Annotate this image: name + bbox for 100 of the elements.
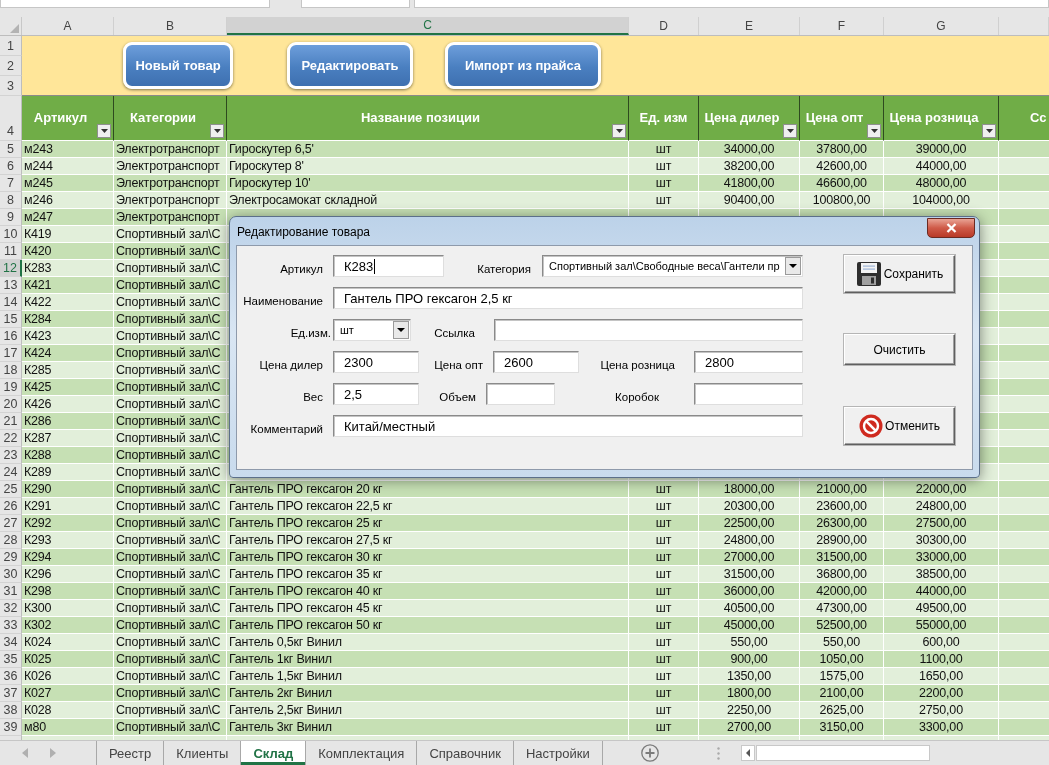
formula-buttons-field[interactable] xyxy=(301,0,410,8)
row-number[interactable]: 5 xyxy=(0,141,22,158)
row-number[interactable]: 10 xyxy=(0,226,22,243)
column-header[interactable]: E xyxy=(699,17,800,35)
row-number[interactable]: 34 xyxy=(0,634,22,651)
table-cell-text: 20300,00 xyxy=(722,498,776,514)
clear-button[interactable]: Очистить xyxy=(844,334,955,365)
sheet-tab[interactable]: Настройки xyxy=(513,741,603,765)
text-field[interactable] xyxy=(494,319,803,341)
row-number[interactable]: 29 xyxy=(0,549,22,566)
row-number[interactable]: 9 xyxy=(0,209,22,226)
row-number[interactable]: 7 xyxy=(0,175,22,192)
row-number[interactable]: 2 xyxy=(0,56,22,76)
plus-circle-icon[interactable] xyxy=(640,744,659,762)
row-number[interactable]: 35 xyxy=(0,651,22,668)
table-cell-text: шт xyxy=(654,192,673,208)
table-cell-text: 2200,00 xyxy=(918,685,964,701)
text-field[interactable]: 2300 xyxy=(333,351,419,373)
row-number[interactable]: 32 xyxy=(0,600,22,617)
filter-button[interactable] xyxy=(982,124,996,138)
row-number[interactable]: 38 xyxy=(0,702,22,719)
row-number[interactable]: 17 xyxy=(0,345,22,362)
table-cell-text: Гироскутер 6,5' xyxy=(228,141,315,157)
dropdown-field[interactable]: Спортивный зал\Свободные веса\Гантели пр xyxy=(542,255,803,277)
sheet-tab[interactable]: Справочник xyxy=(417,741,514,765)
row-number[interactable]: 15 xyxy=(0,311,22,328)
row-number[interactable]: 13 xyxy=(0,277,22,294)
scrollbar-thumb[interactable] xyxy=(756,745,930,761)
row-number[interactable]: 24 xyxy=(0,464,22,481)
row-number[interactable]: 11 xyxy=(0,243,22,260)
table-cell-text: Гантель ПРО гексагон 22,5 кг xyxy=(228,498,394,514)
name-box-field[interactable] xyxy=(0,0,270,8)
row-number[interactable]: 16 xyxy=(0,328,22,345)
action-button[interactable]: Редактировать xyxy=(287,42,413,89)
filter-button[interactable] xyxy=(867,124,881,138)
column-header[interactable]: A xyxy=(22,17,114,35)
filter-button[interactable] xyxy=(210,124,224,138)
row-number[interactable]: 18 xyxy=(0,362,22,379)
table-cell-text: К425 xyxy=(23,379,53,395)
table-cell-text: шт xyxy=(654,634,673,650)
row-number[interactable]: 25 xyxy=(0,481,22,498)
text-field[interactable]: Китай/местный xyxy=(333,415,803,437)
row-number[interactable]: 31 xyxy=(0,583,22,600)
text-field[interactable]: К283 xyxy=(333,255,444,277)
text-field[interactable]: 2600 xyxy=(493,351,579,373)
action-button[interactable]: Новый товар xyxy=(123,42,233,89)
row-number[interactable]: 39 xyxy=(0,719,22,736)
field-label: Наименование xyxy=(243,294,323,307)
text-field[interactable] xyxy=(694,383,803,405)
left-arrow-icon[interactable] xyxy=(22,748,28,758)
row-number[interactable]: 4 xyxy=(0,96,22,141)
cancel-button[interactable]: Отменить xyxy=(844,407,955,445)
table-cell-text: 3300,00 xyxy=(918,719,964,735)
row-number[interactable]: 36 xyxy=(0,668,22,685)
row-number[interactable]: 20 xyxy=(0,396,22,413)
row-number[interactable]: 8 xyxy=(0,192,22,209)
table-cell-text: Спортивный зал\С xyxy=(115,617,222,633)
text-field[interactable] xyxy=(486,383,555,405)
formula-bar-field[interactable] xyxy=(414,0,1049,8)
vertical-dots-icon[interactable] xyxy=(716,746,720,760)
row-number[interactable]: 30 xyxy=(0,566,22,583)
text-field[interactable]: 2800 xyxy=(694,351,803,373)
row-number[interactable]: 22 xyxy=(0,430,22,447)
action-button[interactable]: Импорт из прайса xyxy=(445,42,601,89)
row-number[interactable]: 19 xyxy=(0,379,22,396)
row-number[interactable]: 14 xyxy=(0,294,22,311)
filter-button[interactable] xyxy=(612,124,626,138)
row-number[interactable]: 1 xyxy=(0,36,22,56)
row-number[interactable]: 21 xyxy=(0,413,22,430)
row-number[interactable]: 26 xyxy=(0,498,22,515)
table-cell-text: Гантель ПРО гексагон 20 кг xyxy=(228,481,384,497)
filter-button[interactable] xyxy=(783,124,797,138)
text-field[interactable]: 2,5 xyxy=(333,383,419,405)
table-cell-text: Спортивный зал\С xyxy=(115,651,222,667)
row-number[interactable]: 23 xyxy=(0,447,22,464)
right-arrow-icon[interactable] xyxy=(50,748,56,758)
column-header[interactable]: F xyxy=(800,17,884,35)
text-field[interactable]: Гантель ПРО гексагон 2,5 кг xyxy=(333,287,803,309)
row-number[interactable]: 3 xyxy=(0,76,22,96)
scroll-left-icon[interactable] xyxy=(741,745,755,761)
column-header[interactable]: C xyxy=(227,17,629,35)
row-number[interactable]: 12 xyxy=(0,260,22,277)
close-button[interactable] xyxy=(927,218,975,238)
save-button[interactable]: Сохранить xyxy=(844,255,955,293)
dropdown-field[interactable]: шт xyxy=(333,319,411,341)
row-number[interactable]: 33 xyxy=(0,617,22,634)
table-cell-text: 24800,00 xyxy=(914,498,968,514)
sheet-tab[interactable]: Комплектация xyxy=(306,741,418,765)
column-header[interactable]: D xyxy=(629,17,699,35)
sheet-tab[interactable]: Реестр xyxy=(97,741,165,765)
row-number[interactable]: 28 xyxy=(0,532,22,549)
filter-button[interactable] xyxy=(97,124,111,138)
row-number[interactable]: 37 xyxy=(0,685,22,702)
row-number[interactable]: 6 xyxy=(0,158,22,175)
field-label: Цена дилер xyxy=(259,358,323,371)
row-number[interactable]: 27 xyxy=(0,515,22,532)
sheet-tab[interactable]: Склад xyxy=(241,741,307,765)
column-header[interactable]: G xyxy=(884,17,999,35)
table-cell-text: Гантель 2кг Винил xyxy=(228,685,333,701)
table-cell-text: 38200,00 xyxy=(722,158,776,174)
